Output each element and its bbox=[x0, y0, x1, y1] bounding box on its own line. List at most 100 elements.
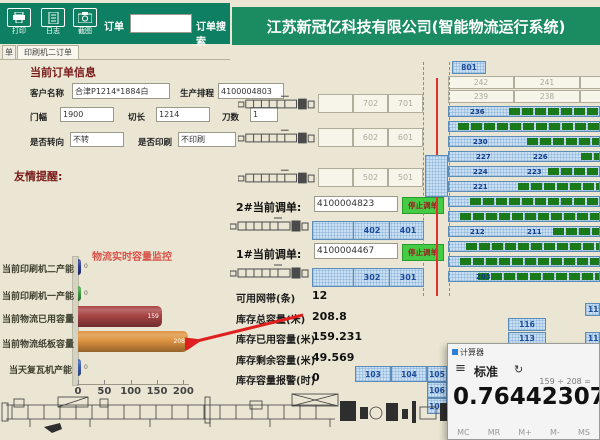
stat-label: 库存剩余容量(米) bbox=[236, 352, 315, 367]
exit-conveyor-cell: 502 bbox=[353, 168, 388, 187]
printer-icon bbox=[7, 8, 31, 27]
dispatch-buffer-cell: 402 bbox=[353, 222, 390, 239]
chart-tick bbox=[157, 380, 158, 384]
rack-cell: 105 bbox=[427, 366, 447, 382]
log-button[interactable]: 日志 bbox=[40, 8, 66, 38]
rack-row-label: 224 bbox=[473, 167, 488, 178]
exit-conveyor-cell bbox=[318, 168, 353, 187]
turn-field[interactable] bbox=[70, 132, 124, 147]
rack-row-label: 236 bbox=[470, 107, 485, 118]
width-field[interactable] bbox=[60, 107, 114, 122]
rack-row-221: 221 bbox=[448, 181, 600, 192]
conveyor-machine-icon bbox=[238, 92, 316, 116]
camera-icon bbox=[73, 8, 97, 27]
dispatch-order-input[interactable] bbox=[314, 243, 398, 259]
chart-tick bbox=[131, 380, 132, 384]
field-label-knives: 刀数 bbox=[222, 111, 239, 123]
rack-cell: 103 bbox=[355, 366, 391, 382]
print-field[interactable] bbox=[178, 132, 236, 147]
chart-tick bbox=[183, 380, 184, 384]
stored-board-stack bbox=[509, 108, 599, 115]
rack-white-cell bbox=[580, 76, 600, 89]
dispatch-buffer-cell: 302 bbox=[353, 269, 390, 286]
chart-baseline bbox=[77, 384, 189, 385]
memory-button-MR[interactable]: MR bbox=[488, 428, 500, 437]
history-icon[interactable]: ↻ bbox=[514, 363, 523, 376]
tab-printer2-orders[interactable]: 印刷机二订单 bbox=[17, 45, 79, 59]
rack-row-label: 227 bbox=[476, 152, 491, 163]
top-toolbar: 打印 日志 截图 订单 订单搜索 bbox=[0, 3, 230, 44]
chart-bar-value: 208 bbox=[174, 338, 185, 345]
chart-tick bbox=[78, 380, 79, 384]
stat-value: 159.231 bbox=[312, 330, 362, 343]
stored-board-stack bbox=[460, 258, 600, 265]
rack-row-236: 236 bbox=[448, 106, 600, 117]
screenshot-button[interactable]: 截图 bbox=[72, 8, 98, 38]
stat-value: 208.8 bbox=[312, 310, 347, 323]
stat-label: 可用网带(条) bbox=[236, 290, 295, 305]
rack-cell: 104 bbox=[391, 366, 427, 382]
shuttle-track-right bbox=[449, 62, 450, 296]
stat-label: 库存容量报警(时) bbox=[236, 372, 315, 387]
stat-value: 0 bbox=[312, 371, 320, 384]
shuttle-car bbox=[425, 155, 448, 197]
conveyor-machine-icon bbox=[230, 213, 310, 239]
exit-conveyor-cell: 501 bbox=[388, 168, 423, 187]
stored-board-stack bbox=[518, 183, 599, 190]
memory-button-MS[interactable]: MS bbox=[578, 428, 590, 437]
field-label-width: 门幅 bbox=[30, 111, 47, 123]
chart-category-label: 当前印刷机二产能 bbox=[2, 262, 72, 275]
chart-bar: 159 bbox=[78, 306, 162, 327]
annotation-arrow bbox=[185, 305, 315, 350]
exit-conveyor-cell: 601 bbox=[388, 128, 423, 147]
order-search-button[interactable]: 订单搜索 bbox=[196, 18, 230, 48]
rack-row-227: 227 226 bbox=[448, 151, 600, 162]
dispatch-buffer-row: 402401 bbox=[312, 221, 424, 240]
cut-length-field[interactable] bbox=[156, 107, 210, 122]
customer-name-field[interactable] bbox=[72, 83, 170, 99]
chart-bar-value: 159 bbox=[147, 313, 158, 320]
exit-conveyor-cell: 701 bbox=[388, 94, 423, 113]
chart-bar bbox=[78, 286, 81, 301]
dispatch-order-input[interactable] bbox=[314, 196, 398, 212]
conveyor-machine-icon bbox=[238, 166, 316, 190]
shuttle-track-left bbox=[423, 62, 424, 296]
calculator-window[interactable]: 计算器 ≡ 标准 ↻ 159 ÷ 208 = 0.764423076923076… bbox=[447, 343, 600, 440]
stored-board-stack bbox=[470, 198, 599, 205]
memory-button-Mplus[interactable]: M+ bbox=[518, 428, 532, 437]
rack-row-label: 230 bbox=[473, 137, 488, 148]
chart-category-label: 当前物流已用容量 bbox=[2, 312, 72, 325]
chart-category-label: 当前物流纸板容量 bbox=[2, 337, 72, 350]
field-label-turn: 是否转向 bbox=[30, 136, 64, 148]
rack-row-230: 230 bbox=[448, 136, 600, 147]
app-title: 江苏新冠亿科技有限公司(智能物流运行系统) bbox=[232, 7, 600, 45]
rack-row-label: 226 bbox=[533, 152, 548, 163]
memory-button-Mminus[interactable]: M- bbox=[550, 428, 560, 437]
calculator-app-icon bbox=[452, 349, 458, 355]
chart-bar-value: 0 bbox=[84, 263, 88, 270]
chart-title: 物流实时容量监控 bbox=[92, 248, 172, 263]
chart-bar bbox=[78, 259, 81, 275]
rack-cell-801: 801 bbox=[452, 61, 486, 74]
chart-category-label: 当天复瓦机产能 bbox=[2, 363, 72, 376]
order-search-input[interactable] bbox=[130, 14, 192, 33]
tab-printer1-orders[interactable]: 单 bbox=[2, 45, 16, 59]
conveyor-machine-icon bbox=[238, 126, 316, 150]
print-button[interactable]: 打印 bbox=[6, 8, 32, 38]
rack-row-212: 212211 bbox=[448, 226, 600, 237]
rack-row-label: 221 bbox=[473, 182, 488, 193]
order-info-title: 当前订单信息 bbox=[30, 64, 96, 80]
stat-value: 12 bbox=[312, 289, 327, 302]
stored-board-stack bbox=[460, 213, 600, 220]
rack-white-cell: 239 bbox=[448, 90, 514, 103]
exit-conveyor-cell bbox=[318, 94, 353, 113]
hamburger-menu-icon[interactable]: ≡ bbox=[455, 361, 466, 376]
conveyor-machine-icon bbox=[230, 260, 310, 286]
memory-button-row: MC MR M+ M- MS bbox=[448, 428, 599, 437]
field-label-print: 是否印刷 bbox=[138, 136, 172, 148]
stored-board-stack bbox=[466, 243, 600, 250]
rack-row-218 bbox=[448, 196, 600, 207]
chart-bar bbox=[78, 359, 81, 376]
memory-button-MC[interactable]: MC bbox=[457, 428, 470, 437]
stored-board-stack bbox=[553, 228, 600, 235]
